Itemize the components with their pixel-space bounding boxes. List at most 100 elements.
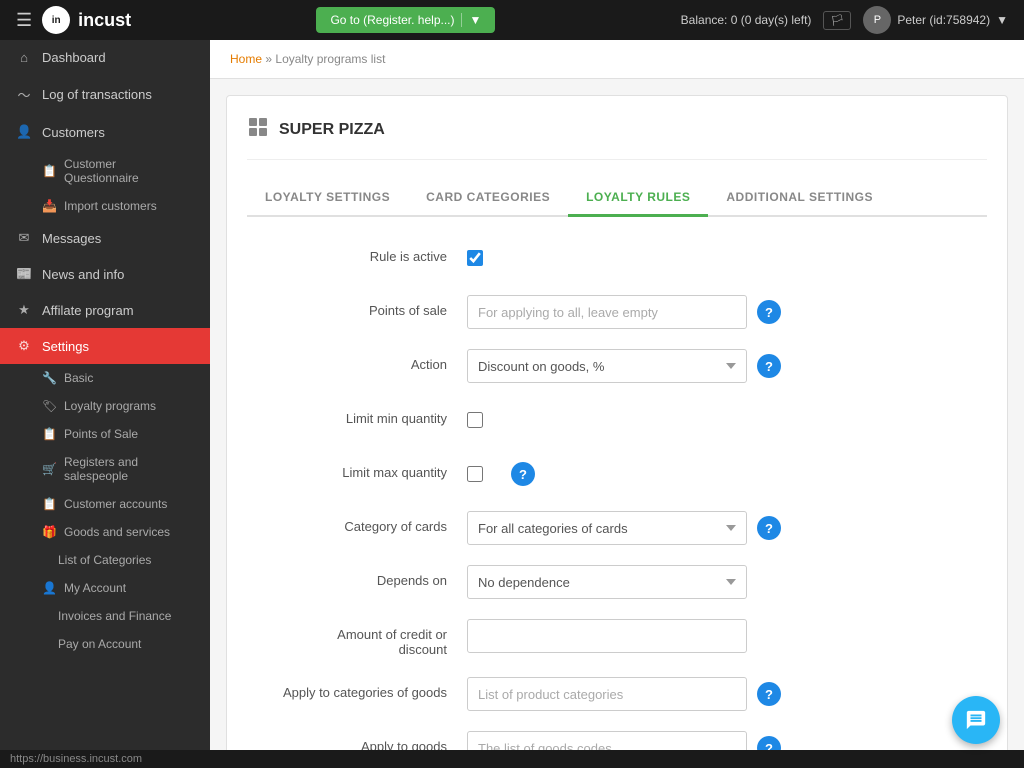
action-row: Action Discount on goods, % Bonus points… (247, 349, 987, 383)
sidebar-item-goods[interactable]: 🎁 Goods and services (42, 518, 210, 546)
sidebar-item-dashboard[interactable]: ⌂ Dashboard (0, 40, 210, 75)
sidebar-label-registers: Registers and salespeople (64, 455, 194, 483)
amount-input[interactable] (467, 619, 747, 653)
sidebar-item-customer-accounts[interactable]: 📋 Customer accounts (42, 490, 210, 518)
sidebar-label-customers: Customers (42, 125, 105, 140)
action-help[interactable]: ? (757, 354, 781, 378)
sidebar-item-pos[interactable]: 📋 Points of Sale (42, 420, 210, 448)
rule-active-label: Rule is active (247, 241, 467, 264)
sidebar-label-my-account: My Account (64, 581, 126, 595)
points-of-sale-help[interactable]: ? (757, 300, 781, 324)
news-icon: 📰 (16, 266, 32, 282)
rule-active-checkbox-wrap (467, 241, 501, 275)
apply-categories-help[interactable]: ? (757, 682, 781, 706)
amount-row: Amount of credit or discount (247, 619, 987, 657)
sidebar-item-basic[interactable]: 🔧 Basic (42, 364, 210, 392)
log-icon: 〜 (16, 85, 32, 104)
limit-max-control: ? (467, 457, 987, 491)
affiliate-icon: ★ (16, 302, 32, 318)
sidebar-item-list-categories[interactable]: List of Categories (42, 546, 210, 574)
balance-label: Balance: 0 (0 day(s) left) (681, 13, 812, 27)
sidebar-label-invoices: Invoices and Finance (58, 609, 171, 623)
depends-on-label: Depends on (247, 565, 467, 588)
sidebar-item-loyalty-programs[interactable]: 🏷 Loyalty programs (42, 392, 210, 420)
sidebar-label-cust-accounts: Customer accounts (64, 497, 167, 511)
tab-additional-settings[interactable]: ADDITIONAL SETTINGS (708, 180, 891, 217)
action-select[interactable]: Discount on goods, % Bonus points Fixed … (467, 349, 747, 383)
apply-goods-control: ? (467, 731, 987, 750)
breadcrumb-home[interactable]: Home (230, 52, 262, 66)
rule-active-checkbox[interactable] (467, 250, 483, 266)
points-of-sale-input[interactable] (467, 295, 747, 329)
registers-icon: 🛒 (42, 462, 56, 476)
depends-on-select[interactable]: No dependence Total amount Number of vis… (467, 565, 747, 599)
sidebar-label-log: Log of transactions (42, 87, 152, 102)
sidebar-item-messages[interactable]: ✉ Messages (0, 220, 210, 256)
loyalty-icon: 🏷 (42, 399, 56, 413)
pos-icon: 📋 (42, 427, 56, 441)
logo-icon: in (42, 6, 70, 34)
sidebar-item-my-account[interactable]: 👤 My Account (42, 574, 210, 602)
sidebar-label-settings: Settings (42, 339, 89, 354)
sidebar-item-pay-on-account[interactable]: Pay on Account (42, 630, 210, 658)
flag-button[interactable]: 🏳 (823, 11, 851, 30)
rule-active-control (467, 241, 987, 275)
limit-max-help[interactable]: ? (511, 462, 535, 486)
user-label: Peter (id:758942) (897, 13, 990, 27)
limit-max-row: Limit max quantity ? (247, 457, 987, 491)
sidebar-item-customers[interactable]: 👤 Customers (0, 114, 210, 150)
chat-button[interactable] (952, 696, 1000, 744)
apply-goods-help[interactable]: ? (757, 736, 781, 750)
apply-categories-row: Apply to categories of goods ? (247, 677, 987, 711)
apply-goods-label: Apply to goods (247, 731, 467, 750)
category-cards-row: Category of cards For all categories of … (247, 511, 987, 545)
limit-max-checkbox[interactable] (467, 466, 483, 482)
logo-text: incust (78, 10, 131, 31)
sidebar-label-list-cat: List of Categories (58, 553, 151, 567)
status-url: https://business.incust.com (10, 753, 142, 765)
breadcrumb-sep: » (265, 52, 272, 66)
apply-goods-row: Apply to goods ? (247, 731, 987, 750)
sidebar-item-import[interactable]: 📥 Import customers (42, 192, 210, 220)
tab-loyalty-rules[interactable]: LOYALTY RULES (568, 180, 708, 217)
topbar-right: Balance: 0 (0 day(s) left) 🏳 P Peter (id… (681, 6, 1008, 34)
tab-card-categories[interactable]: CARD CATEGORIES (408, 180, 568, 217)
sidebar-item-settings[interactable]: ⚙ Settings (0, 328, 210, 364)
sidebar-item-invoices[interactable]: Invoices and Finance (42, 602, 210, 630)
points-of-sale-control: ? (467, 295, 987, 329)
register-button[interactable]: Go to (Register. help...) ▼ (316, 7, 495, 33)
breadcrumb: Home » Loyalty programs list (210, 40, 1024, 79)
amount-label: Amount of credit or discount (247, 619, 467, 657)
category-cards-help[interactable]: ? (757, 516, 781, 540)
sidebar-item-questionnaire[interactable]: 📋 Customer Questionnaire (42, 150, 210, 192)
sidebar-item-registers[interactable]: 🛒 Registers and salespeople (42, 448, 210, 490)
points-of-sale-row: Points of sale ? (247, 295, 987, 329)
apply-categories-input[interactable] (467, 677, 747, 711)
statusbar: https://business.incust.com (0, 750, 1024, 768)
depends-on-control: No dependence Total amount Number of vis… (467, 565, 987, 599)
category-cards-select[interactable]: For all categories of cards VIP Standard (467, 511, 747, 545)
sidebar-item-news[interactable]: 📰 News and info (0, 256, 210, 292)
rule-active-row: Rule is active (247, 241, 987, 275)
sidebar-item-log-transactions[interactable]: 〜 Log of transactions (0, 75, 210, 114)
amount-control (467, 619, 987, 653)
topbar: ☰ in incust Go to (Register. help...) ▼ … (0, 0, 1024, 40)
logo-abbr: in (52, 15, 61, 26)
limit-max-checkbox-wrap (467, 457, 501, 491)
sidebar-label-news: News and info (42, 267, 124, 282)
apply-goods-input[interactable] (467, 731, 747, 750)
sidebar-item-affiliate[interactable]: ★ Affilate program (0, 292, 210, 328)
limit-min-checkbox[interactable] (467, 412, 483, 428)
apply-categories-label: Apply to categories of goods (247, 677, 467, 700)
category-cards-label: Category of cards (247, 511, 467, 534)
tab-loyalty-settings[interactable]: LOYALTY SETTINGS (247, 180, 408, 217)
user-button[interactable]: P Peter (id:758942) ▼ (863, 6, 1008, 34)
breadcrumb-current: Loyalty programs list (275, 52, 385, 66)
hamburger-button[interactable]: ☰ (16, 10, 32, 31)
sidebar-label-affiliate: Affilate program (42, 303, 134, 318)
sidebar-sub-settings: 🔧 Basic 🏷 Loyalty programs 📋 Points of S… (0, 364, 210, 658)
company-icon (247, 116, 269, 143)
dashboard-icon: ⌂ (16, 50, 32, 65)
limit-min-label: Limit min quantity (247, 403, 467, 426)
limit-min-row: Limit min quantity (247, 403, 987, 437)
